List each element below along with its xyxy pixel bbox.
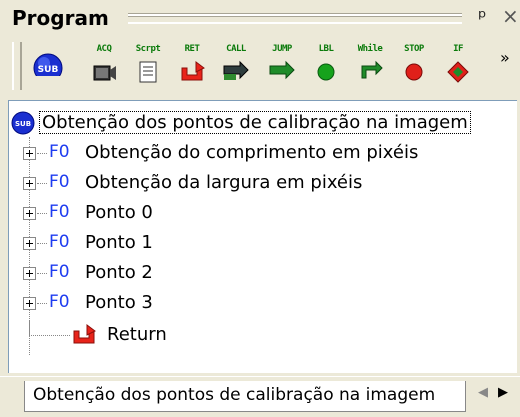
toolbar-grip[interactable]: [12, 42, 22, 90]
expand-icon[interactable]: [23, 177, 36, 190]
toolbar-stop-button[interactable]: STOP: [394, 44, 434, 92]
toolbar-sub-button[interactable]: SUB: [28, 44, 68, 92]
expand-icon[interactable]: [23, 297, 36, 310]
root-icon-text: SUB: [15, 120, 31, 128]
jump-arrow-icon: [269, 60, 295, 80]
tree-item-label: Ponto 2: [85, 262, 153, 283]
tab-scroll-left-icon[interactable]: ◀: [478, 385, 488, 400]
tab-scroll-right-icon[interactable]: ▶: [498, 385, 508, 400]
stop-icon: [405, 63, 423, 81]
tree-item-label: Obtenção da largura em pixéis: [85, 172, 363, 193]
toolbar-ret-button[interactable]: RET: [172, 44, 212, 92]
toolbar-lbl-button[interactable]: LBL: [306, 44, 346, 92]
toolbar-lbl-label: LBL: [318, 44, 334, 54]
function-prefix: F0: [49, 172, 70, 192]
pin-icon[interactable]: ᵖ: [478, 5, 487, 29]
call-arrow-icon: [223, 60, 249, 80]
tab-label: Obtenção dos pontos de calibração na ima…: [33, 385, 436, 405]
tree-branch-line: [37, 243, 47, 244]
tab-bar: Obtenção dos pontos de calibração na ima…: [0, 376, 520, 417]
toolbar-overflow-button[interactable]: »: [500, 48, 510, 67]
tree-item[interactable]: F0 Obtenção do comprimento em pixéis: [9, 139, 517, 169]
toolbar-script-button[interactable]: Scrpt: [128, 44, 168, 92]
toolbar-acq-label: ACQ: [96, 44, 112, 54]
function-prefix: F0: [49, 232, 70, 252]
script-icon: [139, 61, 157, 83]
expand-icon[interactable]: [23, 147, 36, 160]
toolbar-call-button[interactable]: CALL: [216, 44, 256, 92]
tree-item-label: Obtenção do comprimento em pixéis: [85, 142, 419, 163]
close-icon[interactable]: ×: [502, 4, 519, 28]
toolbar-ret-label: RET: [184, 44, 200, 54]
tree-branch-line: [37, 213, 47, 214]
label-icon: [317, 63, 335, 81]
sub-icon-text: SUB: [38, 65, 59, 75]
tree-branch-line: [29, 321, 70, 336]
tree-branch-line: [37, 303, 47, 304]
tab-program[interactable]: Obtenção dos pontos de calibração na ima…: [24, 381, 466, 412]
expand-icon[interactable]: [23, 237, 36, 250]
tree-branch-line: [37, 273, 47, 274]
return-icon: [73, 324, 96, 344]
toolbar-script-label: Scrpt: [135, 44, 161, 54]
tree-root-node[interactable]: SUB Obtenção dos pontos de calibração na…: [9, 109, 517, 137]
program-tree[interactable]: SUB Obtenção dos pontos de calibração na…: [8, 100, 517, 373]
function-prefix: F0: [49, 292, 70, 312]
tree-item[interactable]: F0 Ponto 1: [9, 229, 517, 259]
tree-item-label: Ponto 3: [85, 292, 153, 313]
if-icon: [447, 61, 469, 83]
tree-item[interactable]: F0 Ponto 3: [9, 289, 517, 319]
tree-item-return[interactable]: Return: [9, 321, 517, 351]
while-icon: [361, 60, 383, 79]
tree-item-label: Ponto 0: [85, 202, 153, 223]
tree-item-label: Ponto 1: [85, 232, 153, 253]
toolbar-call-label: CALL: [226, 44, 246, 54]
return-icon: [181, 61, 205, 81]
panel-titlebar[interactable]: Program ᵖ ×: [0, 0, 520, 36]
toolbar-jump-label: JUMP: [272, 44, 292, 54]
expand-icon[interactable]: [23, 267, 36, 280]
expand-icon[interactable]: [23, 207, 36, 220]
function-prefix: F0: [49, 262, 70, 282]
toolbar-stop-label: STOP: [404, 44, 424, 54]
panel-title: Program: [12, 6, 109, 30]
toolbar-while-button[interactable]: While: [350, 44, 390, 92]
tree-branch-line: [37, 183, 47, 184]
function-prefix: F0: [49, 202, 70, 222]
sub-icon: SUB: [11, 111, 35, 135]
tree-branch-line: [37, 153, 47, 154]
toolbar-if-label: IF: [453, 44, 463, 54]
tree-item[interactable]: F0 Obtenção da largura em pixéis: [9, 169, 517, 199]
tree-item[interactable]: F0 Ponto 0: [9, 199, 517, 229]
toolbar-jump-button[interactable]: JUMP: [262, 44, 302, 92]
titlebar-grip[interactable]: [128, 14, 462, 24]
toolbar: SUB ACQ Scrpt RET CALL JUMP LBL While ST…: [0, 38, 520, 96]
sub-icon: SUB: [33, 53, 63, 76]
toolbar-if-button[interactable]: IF: [438, 44, 478, 92]
tree-root-label: Obtenção dos pontos de calibração na ima…: [39, 111, 471, 134]
function-prefix: F0: [49, 142, 70, 162]
toolbar-acq-button[interactable]: ACQ: [84, 44, 124, 92]
program-panel: Program ᵖ × SUB ACQ Scrpt RET CALL JUMP …: [0, 0, 520, 417]
toolbar-while-label: While: [357, 44, 383, 54]
tree-item-label: Return: [107, 324, 167, 345]
tree-item[interactable]: F0 Ponto 2: [9, 259, 517, 289]
camera-icon: [93, 65, 116, 81]
